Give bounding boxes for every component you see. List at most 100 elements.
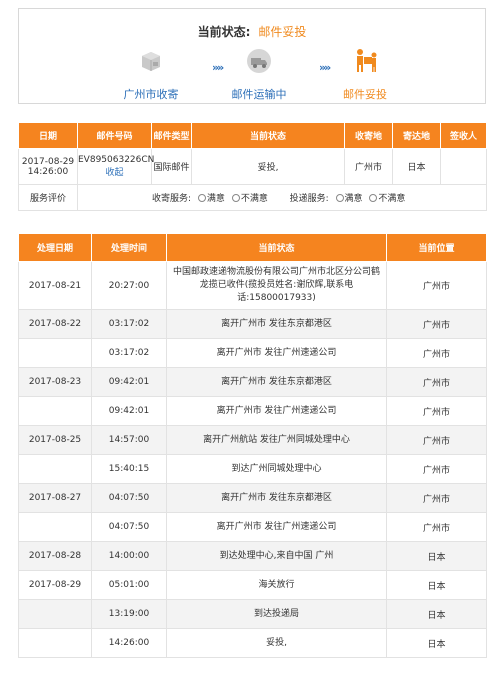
tracking-date: 2017-08-22	[18, 309, 92, 339]
tracking-status: 离开广州市 发往东京都港区	[166, 309, 387, 339]
collapse-link[interactable]: 收起	[78, 165, 151, 178]
tracking-time: 20:27:00	[91, 261, 167, 310]
tracking-table-header: 处理日期 处理时间 当前状态 当前位置	[18, 233, 487, 262]
tracking-location: 广州市	[386, 425, 487, 455]
tracking-time: 09:42:01	[91, 367, 167, 397]
delivery-service-label: 投递服务:	[289, 194, 329, 204]
pickup-service-label: 收寄服务:	[152, 194, 192, 204]
tracking-date	[18, 512, 92, 542]
tracking-row: 2017-08-29 05:01:00 海关放行 日本	[18, 570, 487, 600]
col-type: 邮件类型	[151, 122, 192, 149]
tracking-status: 中国邮政速递物流股份有限公司广州市北区分公司鹤龙揽已收件(揽投员姓名:谢欣辉,联…	[166, 261, 387, 310]
pickup-satisfied-radio[interactable]	[197, 194, 206, 202]
tracking-location: 日本	[386, 570, 487, 600]
tracking-table: 处理日期 处理时间 当前状态 当前位置 2017-08-21 20:27:00 中国…	[18, 233, 487, 658]
tracking-date	[18, 628, 92, 658]
service-evaluation-row: 服务评价 收寄服务: 满意 不满意 投递服务: 满意 不满意	[18, 184, 487, 211]
step-collected-label: 广州市收寄	[123, 88, 179, 101]
tracking-row: 09:42:01 离开广州市 发往广州速递公司 广州市	[18, 396, 487, 426]
delivery-person-icon	[357, 49, 377, 72]
tracking-date	[18, 338, 92, 368]
service-evaluation-label: 服务评价	[18, 184, 78, 211]
tracking-row: 03:17:02 离开广州市 发往广州速递公司 广州市	[18, 338, 487, 368]
tracking-row: 2017-08-21 20:27:00 中国邮政速递物流股份有限公司广州市北区分公司…	[18, 261, 487, 310]
tracking-date	[18, 396, 92, 426]
tracking-row: 2017-08-25 14:57:00 离开广州航站 发往广州同城处理中心 广州市	[18, 425, 487, 455]
tracking-rows: 2017-08-21 20:27:00 中国邮政速递物流股份有限公司广州市北区分公司…	[18, 261, 487, 658]
mail-info-table: 日期 邮件号码 邮件类型 当前状态 收寄地 寄达地 签收人 2017-08-29…	[18, 122, 487, 211]
service-evaluation-options: 收寄服务: 满意 不满意 投递服务: 满意 不满意	[77, 184, 487, 211]
col-state: 当前状态	[191, 122, 345, 149]
tracking-row: 15:40:15 到达广州同城处理中心 广州市	[18, 454, 487, 484]
tracking-location: 广州市	[386, 512, 487, 542]
tracking-date: 2017-08-21	[18, 261, 92, 310]
tracking-row: 2017-08-23 09:42:01 离开广州市 发往东京都港区 广州市	[18, 367, 487, 397]
delivery-unsatisfied-label: 不满意	[378, 194, 406, 204]
mail-date: 2017-08-29 14:26:00	[18, 148, 78, 185]
tracking-time: 05:01:00	[91, 570, 167, 600]
tracking-date: 2017-08-23	[18, 367, 92, 397]
tracking-status: 离开广州市 发往广州速递公司	[166, 338, 387, 368]
tracking-date: 2017-08-25	[18, 425, 92, 455]
delivery-satisfied-radio[interactable]	[335, 194, 344, 202]
mail-number-cell: EV895063226CN 收起	[77, 148, 154, 185]
col-date: 日期	[18, 122, 78, 149]
tracking-location: 日本	[386, 628, 487, 658]
tracking-location: 日本	[386, 599, 487, 629]
tracking-location: 日本	[386, 541, 487, 571]
tracking-time: 13:19:00	[91, 599, 167, 629]
delivery-unsatisfied-radio[interactable]	[369, 194, 378, 202]
tracking-date: 2017-08-27	[18, 483, 92, 513]
current-status-value: 邮件妥投	[258, 25, 307, 39]
tracking-location: 广州市	[386, 454, 487, 484]
tracking-status: 到达投递局	[166, 599, 387, 629]
tracking-status: 到达广州同城处理中心	[166, 454, 387, 484]
mail-origin: 广州市	[344, 148, 393, 185]
tracking-status: 离开广州航站 发往广州同城处理中心	[166, 425, 387, 455]
delivery-satisfied-label: 满意	[344, 194, 363, 204]
tracking-location: 广州市	[386, 367, 487, 397]
status-card: 当前状态: 邮件妥投 广州市收寄 »» 邮件运输中 »» 邮件妥投	[18, 8, 486, 104]
tracking-location: 广州市	[386, 483, 487, 513]
tracking-status: 离开广州市 发往东京都港区	[166, 483, 387, 513]
tracking-status: 到达处理中心,来自中国 广州	[166, 541, 387, 571]
tracking-status: 海关放行	[166, 570, 387, 600]
tracking-row: 2017-08-28 14:00:00 到达处理中心,来自中国 广州 日本	[18, 541, 487, 571]
tracking-date	[18, 599, 92, 629]
pickup-unsatisfied-radio[interactable]	[231, 194, 240, 202]
tracking-row: 13:19:00 到达投递局 日本	[18, 599, 487, 629]
tracking-row: 2017-08-22 03:17:02 离开广州市 发往东京都港区 广州市	[18, 309, 487, 339]
transport-icon	[247, 49, 271, 73]
col-process-time: 处理时间	[91, 233, 167, 262]
tracking-status: 妥投,	[166, 628, 387, 658]
mail-destination: 日本	[392, 148, 441, 185]
pickup-unsatisfied-label: 不满意	[240, 194, 268, 204]
mail-state: 妥投,	[191, 148, 345, 185]
col-process-date: 处理日期	[18, 233, 92, 262]
tracking-row: 2017-08-27 04:07:50 离开广州市 发往东京都港区 广州市	[18, 483, 487, 513]
tracking-time: 15:40:15	[91, 454, 167, 484]
tracking-time: 03:17:02	[91, 309, 167, 339]
tracking-time: 14:00:00	[91, 541, 167, 571]
col-number: 邮件号码	[77, 122, 152, 149]
tracking-status: 离开广州市 发往广州速递公司	[166, 396, 387, 426]
page: 当前状态: 邮件妥投 广州市收寄 »» 邮件运输中 »» 邮件妥投 日期 邮件号…	[18, 8, 487, 658]
mail-table-header: 日期 邮件号码 邮件类型 当前状态 收寄地 寄达地 签收人	[18, 122, 487, 149]
tracking-location: 广州市	[386, 309, 487, 339]
tracking-time: 04:07:50	[91, 512, 167, 542]
tracking-time: 14:57:00	[91, 425, 167, 455]
tracking-status: 离开广州市 发往东京都港区	[166, 367, 387, 397]
tracking-date: 2017-08-28	[18, 541, 92, 571]
tracking-time: 14:26:00	[91, 628, 167, 658]
mail-signer	[440, 148, 487, 185]
tracking-row: 04:07:50 离开广州市 发往广州速递公司 广州市	[18, 512, 487, 542]
step-delivered-label: 邮件妥投	[343, 88, 387, 101]
tracking-location: 广州市	[386, 338, 487, 368]
col-origin: 收寄地	[344, 122, 393, 149]
package-icon	[142, 52, 160, 71]
tracking-time: 03:17:02	[91, 338, 167, 368]
step-delivered: 邮件妥投	[325, 47, 405, 102]
tracking-time: 04:07:50	[91, 483, 167, 513]
mail-row: 2017-08-29 14:26:00 EV895063226CN 收起 国际邮…	[18, 148, 487, 185]
tracking-location: 广州市	[386, 396, 487, 426]
